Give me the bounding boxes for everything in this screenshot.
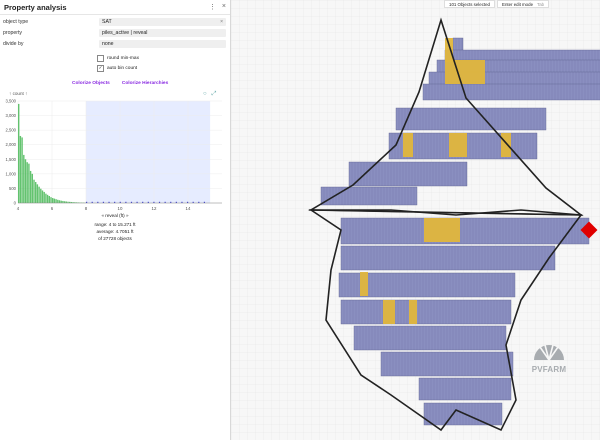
divide-by-row: divide by none [2, 39, 226, 48]
x-tick-label: 14 [186, 206, 191, 211]
highlighted-panel-block[interactable] [445, 38, 453, 62]
x-tick-label: 10 [118, 206, 123, 211]
y-tick-label: 500 [9, 186, 17, 191]
property-row: property piles_active | reveal [2, 28, 226, 37]
y-tick-label: 2,500 [6, 128, 17, 133]
auto-bin-count-label: auto bin count [107, 66, 138, 71]
histogram-bar [36, 184, 39, 203]
object-type-row: object type SAT × [2, 17, 226, 26]
panel-block[interactable] [340, 245, 556, 271]
panel-header: Property analysis ⋮ × [0, 0, 230, 15]
x-tick-label: 6 [51, 206, 54, 211]
range-text: range: 4 to 15.271 ft [94, 222, 136, 227]
objects-count-text: of 27728 objects [98, 236, 132, 241]
histogram-bar [26, 162, 28, 203]
histogram-bar [41, 190, 44, 203]
edit-mode-shortcut: Tab [537, 1, 545, 7]
property-analysis-panel: Property analysis ⋮ × object type SAT × … [0, 0, 231, 440]
colorize-hierarchies-link[interactable]: Colorize Hierarchies [122, 81, 168, 86]
histogram-bar [29, 170, 32, 203]
selected-range [86, 101, 211, 203]
panel-block[interactable] [353, 325, 507, 351]
property-select[interactable]: piles_active | reveal [99, 28, 226, 37]
histogram-bar [58, 200, 61, 203]
y-tick-label: 2,000 [6, 142, 17, 147]
histogram-bar [40, 188, 42, 203]
histogram-bar [53, 198, 56, 203]
auto-bin-count-option[interactable]: ✓ auto bin count [97, 65, 137, 72]
average-text: average: 4.7051 ft [96, 229, 134, 234]
object-type-select[interactable]: SAT × [99, 17, 226, 26]
histogram-bar [33, 179, 35, 203]
map-canvas[interactable]: 101 Objects selected Enter edit mode Tab… [231, 0, 600, 440]
site-layout[interactable] [231, 0, 600, 440]
more-vertical-icon[interactable]: ⋮ [209, 3, 216, 11]
close-icon[interactable]: × [222, 3, 226, 11]
highlighted-panel-block[interactable] [360, 272, 368, 296]
histogram-bar [45, 193, 47, 203]
histogram-bar [24, 159, 27, 203]
property-label: property [3, 29, 23, 36]
histogram-bar [28, 163, 30, 203]
histogram-bar [55, 199, 57, 203]
panel-title: Property analysis [4, 2, 67, 12]
highlighted-panel-block[interactable] [424, 218, 460, 242]
colorize-objects-link[interactable]: Colorize Objects [72, 81, 110, 86]
histogram-bar [38, 186, 40, 203]
y-tick-label: 3,500 [6, 99, 17, 104]
highlighted-panel-block[interactable] [445, 60, 485, 84]
highlighted-panel-block[interactable] [383, 300, 395, 324]
histogram-bar [21, 137, 23, 203]
histogram-chart[interactable]: 0 500 1,000 1,500 2,000 2,500 3,000 3,500 4 6 8 10 1… [0, 95, 230, 220]
round-min-max-label: round min-max [107, 56, 139, 61]
clear-icon[interactable]: × [220, 19, 223, 25]
object-type-label: object type [3, 18, 29, 25]
round-min-max-checkbox[interactable] [97, 55, 104, 62]
panel-block[interactable] [348, 161, 468, 187]
histogram-bar [48, 196, 50, 203]
histogram-bar [43, 191, 45, 203]
histogram-bar [19, 135, 22, 203]
round-min-max-option[interactable]: round min-max [97, 55, 139, 62]
edit-mode-button[interactable]: Enter edit mode Tab [497, 0, 550, 8]
y-tick-label: 1,000 [6, 171, 17, 176]
auto-bin-count-checkbox[interactable]: ✓ [97, 65, 104, 72]
objects-selected-badge: 101 Objects selected [444, 0, 496, 8]
y-tick-label: 3,000 [6, 113, 17, 118]
highlighted-panel-block[interactable] [403, 133, 413, 157]
y-tick-label: 0 [14, 201, 17, 206]
divide-by-label: divide by [3, 40, 24, 47]
x-tick-label: 4 [17, 206, 20, 211]
histogram-bar [35, 182, 37, 203]
highlighted-panel-block[interactable] [449, 133, 467, 157]
x-tick-label: 8 [85, 206, 88, 211]
panel-block[interactable] [340, 217, 590, 245]
pvfarm-logo-icon [534, 344, 564, 361]
highlighted-panel-block[interactable] [409, 300, 417, 324]
histogram-bar [50, 197, 52, 203]
histogram-bar [31, 173, 33, 203]
panel-block[interactable] [340, 299, 512, 325]
panel-block[interactable] [418, 377, 512, 401]
histogram-bar [18, 103, 20, 203]
histogram-bar [52, 198, 54, 203]
histogram-x-label: « reveal (ft) » [101, 213, 129, 218]
histogram-bar [57, 199, 59, 203]
pvfarm-logo: PVFARM [528, 340, 570, 374]
histogram-bar [60, 200, 62, 203]
histogram-bar [62, 200, 64, 203]
highlighted-panel-block[interactable] [501, 133, 511, 157]
histogram-bar [46, 194, 49, 203]
divide-by-select[interactable]: none [99, 39, 226, 48]
y-tick-label: 1,500 [6, 157, 17, 162]
pvfarm-logo-text: PVFARM [531, 365, 567, 374]
panel-block[interactable] [422, 83, 600, 101]
x-tick-label: 12 [152, 206, 157, 211]
histogram-bar [23, 154, 25, 203]
